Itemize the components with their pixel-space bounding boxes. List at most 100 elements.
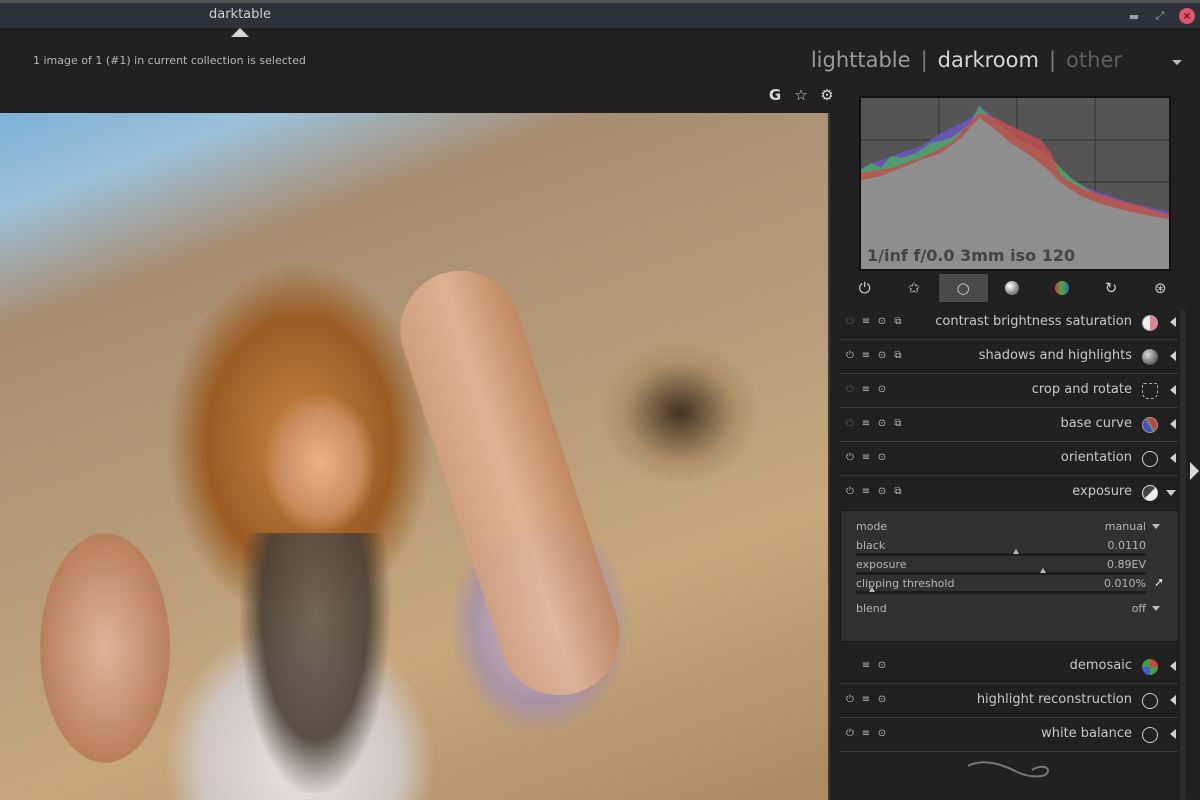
module-name: demosaic [1069,658,1132,673]
module-base-curve[interactable]: ⏻ ≡ ⊙ ⧉ base curve [840,408,1178,442]
exposure-value: 0.89EV [1107,558,1146,571]
photo-region [40,533,170,763]
module-crop-and-rotate[interactable]: ⏻ ≡ ⊙ crop and rotate [840,374,1178,408]
module-orientation[interactable]: ⏻ ≡ ⊙ orientation [840,442,1178,476]
correct-group-icon[interactable]: ↻ [1086,274,1135,302]
module-shadows-and-highlights[interactable]: ⏻ ≡ ⊙ ⧉ shadows and highlights [840,340,1178,374]
presets-icon[interactable]: ≡ [860,486,872,497]
expand-arrow-icon[interactable] [1170,453,1176,463]
black-value: 0.0110 [1107,539,1147,552]
presets-icon[interactable]: ≡ [860,350,872,361]
views-dropdown-icon[interactable] [1172,60,1182,65]
tone-group-icon[interactable] [988,274,1037,302]
reset-icon[interactable]: ⊙ [876,694,888,705]
favorites-icon[interactable]: ✩ [889,274,938,302]
exposure-icon [1142,485,1158,501]
multi-instance-icon[interactable]: ⧉ [892,418,904,429]
photo-region [240,533,390,793]
module-name: contrast brightness saturation [935,314,1132,329]
blend-combobox[interactable]: blend off [856,602,1160,615]
reset-icon[interactable]: ⊙ [876,452,888,463]
expand-arrow-icon[interactable] [1170,729,1176,739]
presets-icon[interactable]: ≡ [860,452,872,463]
exposure-params: mode manual black 0.0110 exposure 0.89EV [840,510,1179,642]
collapse-arrow-icon[interactable] [1166,490,1176,496]
view-other[interactable]: other [1066,48,1122,72]
power-icon[interactable]: ⏻ [844,694,856,705]
reset-icon[interactable]: ⊙ [876,384,888,395]
expand-arrow-icon[interactable] [1170,419,1176,429]
slider-marker[interactable] [1040,568,1047,573]
expand-arrow-icon[interactable] [1170,317,1176,327]
module-contrast-brightness-saturation[interactable]: ⏻ ≡ ⊙ ⧉ contrast brightness saturation [840,306,1178,340]
expand-arrow-icon[interactable] [1170,385,1176,395]
multi-instance-icon[interactable]: ⧉ [892,486,904,497]
module-highlight-reconstruction[interactable]: ⏻ ≡ ⊙ highlight reconstruction [840,684,1178,718]
power-icon[interactable]: ⏻ [844,418,856,429]
view-darkroom[interactable]: darkroom [938,48,1039,72]
image-canvas[interactable] [0,113,830,800]
effects-group-icon[interactable]: ⊛ [1136,274,1185,302]
module-white-balance[interactable]: ⏻ ≡ ⊙ white balance [840,718,1178,752]
color-picker-icon[interactable]: ➚ [1154,575,1164,589]
exposure-slider[interactable]: exposure 0.89EV [856,558,1158,575]
histogram[interactable]: 1/inf f/0.0 3mm iso 120 [859,96,1171,271]
active-modules-icon[interactable]: ⏻ [840,274,889,302]
module-name: shadows and highlights [978,348,1132,363]
presets-icon[interactable]: ≡ [860,728,872,739]
dropdown-arrow-icon [1152,606,1160,611]
color-group-icon[interactable] [1037,274,1086,302]
power-icon[interactable]: ⏻ [844,486,856,497]
power-icon[interactable]: ⏻ [844,316,856,327]
mode-label: mode [856,520,888,533]
top-panel-toggle[interactable] [231,28,249,37]
grouping-icon[interactable]: G [767,86,783,104]
power-icon[interactable]: ⏻ [844,350,856,361]
module-list: ⏻ ≡ ⊙ ⧉ contrast brightness saturation ⏻… [840,306,1179,752]
slider-marker[interactable] [1012,549,1019,554]
module-demosaic[interactable]: ≡ ⊙ demosaic [840,650,1178,684]
reset-icon[interactable]: ⊙ [876,660,888,671]
reset-icon[interactable]: ⊙ [876,350,888,361]
maximize-icon[interactable]: ⤢ [1152,8,1168,24]
expand-arrow-icon[interactable] [1170,661,1176,671]
star-icon[interactable]: ☆ [793,86,809,104]
reset-icon[interactable]: ⊙ [876,486,888,497]
module-exposure[interactable]: ⏻ ≡ ⊙ ⧉ exposure [840,476,1178,510]
power-icon[interactable]: ⏻ [844,384,856,395]
presets-icon[interactable]: ≡ [860,316,872,327]
right-panel-toggle[interactable] [1190,462,1199,480]
right-panel-scrollbar[interactable] [1180,310,1186,800]
reset-icon[interactable]: ⊙ [876,728,888,739]
reset-icon[interactable]: ⊙ [876,418,888,429]
minimize-icon[interactable]: ▬ [1126,8,1142,24]
rotate-icon [1142,451,1158,467]
slider-track[interactable] [856,553,1146,556]
power-icon[interactable]: ⏻ [844,728,856,739]
black-slider[interactable]: black 0.0110 [856,539,1158,556]
slider-track[interactable] [856,572,1146,575]
multi-instance-icon[interactable]: ⧉ [892,350,904,361]
multi-instance-icon[interactable]: ⧉ [892,316,904,327]
expand-arrow-icon[interactable] [1170,351,1176,361]
presets-icon[interactable]: ≡ [860,660,872,671]
title-bar: darktable ▬ ⤢ × [0,0,1200,28]
crop-icon [1142,383,1158,399]
presets-icon[interactable]: ≡ [860,384,872,395]
right-panel: 1/inf f/0.0 3mm iso 120 ⏻ ✩ ○ ↻ ⊛ ⏻ ≡ ⊙ … [832,88,1200,800]
reset-icon[interactable]: ⊙ [876,316,888,327]
basic-group-icon[interactable]: ○ [938,274,988,302]
collection-status: 1 image of 1 (#1) in current collection … [33,54,306,67]
power-icon[interactable]: ⏻ [844,452,856,463]
slider-track[interactable] [856,591,1146,594]
slider-marker[interactable] [868,587,875,592]
presets-icon[interactable]: ≡ [860,418,872,429]
view-lighttable[interactable]: lighttable [811,48,911,72]
presets-icon[interactable]: ≡ [860,694,872,705]
dropdown-arrow-icon [1152,524,1160,529]
clipping-threshold-slider[interactable]: clipping threshold 0.010% ➚ [856,575,1164,594]
expand-arrow-icon[interactable] [1170,695,1176,705]
mode-combobox[interactable]: mode manual [856,520,1160,533]
close-icon[interactable]: × [1179,8,1195,24]
module-name: highlight reconstruction [976,692,1132,707]
